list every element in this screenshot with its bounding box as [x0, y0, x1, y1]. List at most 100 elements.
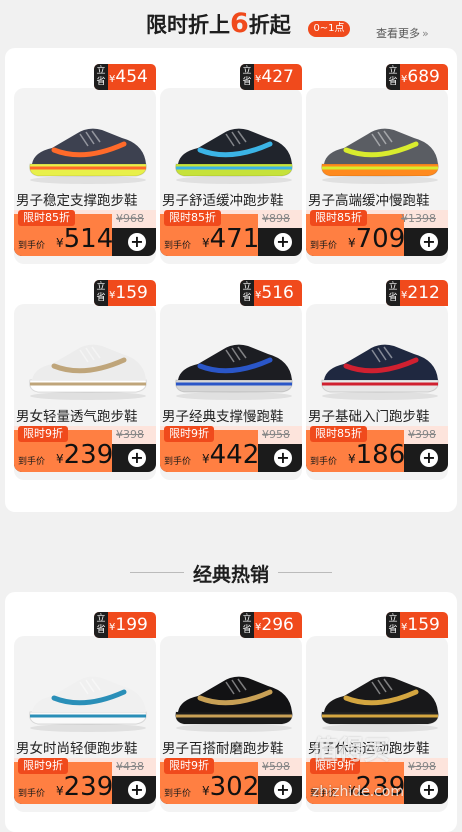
save-label: 立省	[240, 64, 254, 90]
save-amount: ¥212	[401, 280, 448, 306]
product-card[interactable]: 立省 ¥516 男子经典支撑慢跑鞋 限时9折 ¥958 到手价 ¥442 +	[160, 280, 302, 498]
currency-symbol: ¥	[56, 236, 64, 250]
see-more-link[interactable]: 查看更多»	[376, 25, 429, 41]
original-price: ¥398	[408, 760, 436, 773]
original-price: ¥1398	[401, 212, 436, 225]
product-name[interactable]: 男子高端缓冲慢跑鞋	[308, 189, 448, 209]
save-value: 516	[261, 283, 294, 303]
final-price-label: 到手价	[164, 457, 192, 467]
currency-symbol: ¥	[56, 784, 64, 798]
save-label: 立省	[240, 612, 254, 638]
add-to-cart-icon[interactable]: +	[274, 233, 292, 251]
add-to-cart-icon[interactable]: +	[420, 233, 438, 251]
original-price: ¥398	[116, 428, 144, 441]
final-price-label: 到手价	[18, 457, 46, 467]
product-shoe-image[interactable]	[316, 324, 444, 402]
save-amount: ¥427	[255, 64, 302, 90]
product-shoe-image[interactable]	[316, 656, 444, 734]
product-shoe-image[interactable]	[24, 656, 152, 734]
product-shoe-image[interactable]	[170, 108, 298, 186]
section-title: 限时折上6折起	[146, 8, 291, 39]
add-to-cart-icon[interactable]: +	[274, 781, 292, 799]
save-amount: ¥296	[255, 612, 302, 638]
final-price-value: 514	[63, 224, 114, 254]
divider-right	[278, 572, 332, 573]
final-price-value: 471	[209, 224, 260, 254]
final-price: ¥471	[202, 224, 259, 256]
watermark-logo: 值得买	[312, 736, 391, 766]
final-price-value: 709	[355, 224, 406, 254]
save-label: 立省	[240, 280, 254, 306]
price-bar: 限时9折 ¥398 到手价 ¥239 +	[14, 426, 156, 472]
save-amount-badge: 立省 ¥159	[94, 280, 156, 306]
product-shoe-image[interactable]	[24, 324, 152, 402]
title-mid: 折	[248, 13, 270, 37]
save-amount: ¥159	[109, 280, 156, 306]
section-title-hot: 经典热销	[192, 564, 269, 586]
save-amount: ¥159	[401, 612, 448, 638]
save-value: 454	[115, 67, 148, 87]
product-name[interactable]: 男女轻量透气跑步鞋	[16, 405, 156, 425]
price-bar: 限时9折 ¥958 到手价 ¥442 +	[160, 426, 302, 472]
price-bar: 限时9折 ¥438 到手价 ¥239 +	[14, 758, 156, 804]
save-label: 立省	[94, 280, 108, 306]
product-card[interactable]: 立省 ¥689 男子高端缓冲慢跑鞋 限时85折 ¥1398 到手价 ¥709 +	[306, 64, 448, 282]
final-price: ¥514	[56, 224, 113, 256]
add-to-cart-icon[interactable]: +	[420, 449, 438, 467]
save-amount: ¥689	[401, 64, 448, 90]
save-value: 159	[115, 283, 148, 303]
product-card[interactable]: 立省 ¥199 男女时尚轻便跑步鞋 限时9折 ¥438 到手价 ¥239 +	[14, 612, 156, 830]
save-amount-badge: 立省 ¥212	[386, 280, 448, 306]
save-label: 立省	[386, 280, 400, 306]
product-name[interactable]: 男子稳定支撑跑步鞋	[16, 189, 156, 209]
final-price-value: 239	[63, 440, 114, 470]
product-card[interactable]: 立省 ¥454 男子稳定支撑跑步鞋 限时85折 ¥968 到手价 ¥514 +	[14, 64, 156, 282]
section-header: 限时折上6折起 0~1点 查看更多»	[0, 0, 462, 44]
original-price: ¥598	[262, 760, 290, 773]
save-amount-badge: 立省 ¥199	[94, 612, 156, 638]
save-label: 立省	[386, 64, 400, 90]
currency-symbol: ¥	[348, 452, 356, 466]
final-price-label: 到手价	[18, 241, 46, 251]
final-price-label: 到手价	[310, 241, 338, 251]
save-amount-badge: 立省 ¥454	[94, 64, 156, 90]
watermark-url: zhizhide.com	[312, 784, 405, 800]
product-card[interactable]: 立省 ¥159 男女轻量透气跑步鞋 限时9折 ¥398 到手价 ¥239 +	[14, 280, 156, 498]
final-price-label: 到手价	[164, 241, 192, 251]
final-price-value: 302	[209, 772, 260, 802]
save-amount-badge: 立省 ¥516	[240, 280, 302, 306]
original-price: ¥968	[116, 212, 144, 225]
final-price-value: 442	[209, 440, 260, 470]
original-price: ¥398	[408, 428, 436, 441]
original-price: ¥958	[262, 428, 290, 441]
product-name[interactable]: 男女时尚轻便跑步鞋	[16, 737, 156, 757]
product-card[interactable]: 立省 ¥212 男子基础入门跑步鞋 限时85折 ¥398 到手价 ¥186 +	[306, 280, 448, 498]
original-price: ¥898	[262, 212, 290, 225]
product-name[interactable]: 男子百搭耐磨跑步鞋	[162, 737, 302, 757]
add-to-cart-icon[interactable]: +	[128, 449, 146, 467]
save-amount: ¥454	[109, 64, 156, 90]
product-card[interactable]: 立省 ¥427 男子舒适缓冲跑步鞋 限时85折 ¥898 到手价 ¥471 +	[160, 64, 302, 282]
currency-symbol: ¥	[202, 784, 210, 798]
product-shoe-image[interactable]	[170, 656, 298, 734]
save-amount-badge: 立省 ¥427	[240, 64, 302, 90]
product-card[interactable]: 立省 ¥296 男子百搭耐磨跑步鞋 限时9折 ¥598 到手价 ¥302 +	[160, 612, 302, 830]
double-chevron-right-icon: »	[422, 27, 429, 40]
add-to-cart-icon[interactable]: +	[128, 233, 146, 251]
product-name[interactable]: 男子经典支撑慢跑鞋	[162, 405, 302, 425]
price-bar: 限时9折 ¥598 到手价 ¥302 +	[160, 758, 302, 804]
add-to-cart-icon[interactable]: +	[128, 781, 146, 799]
add-to-cart-icon[interactable]: +	[274, 449, 292, 467]
price-bar: 限时85折 ¥898 到手价 ¥471 +	[160, 210, 302, 256]
save-amount: ¥199	[109, 612, 156, 638]
save-value: 199	[115, 615, 148, 635]
product-shoe-image[interactable]	[24, 108, 152, 186]
final-price-label: 到手价	[310, 457, 338, 467]
price-bar: 限时85折 ¥968 到手价 ¥514 +	[14, 210, 156, 256]
product-name[interactable]: 男子舒适缓冲跑步鞋	[162, 189, 302, 209]
add-to-cart-icon[interactable]: +	[420, 781, 438, 799]
product-shoe-image[interactable]	[316, 108, 444, 186]
final-price: ¥186	[348, 440, 405, 472]
product-shoe-image[interactable]	[170, 324, 298, 402]
product-name[interactable]: 男子基础入门跑步鞋	[308, 405, 448, 425]
